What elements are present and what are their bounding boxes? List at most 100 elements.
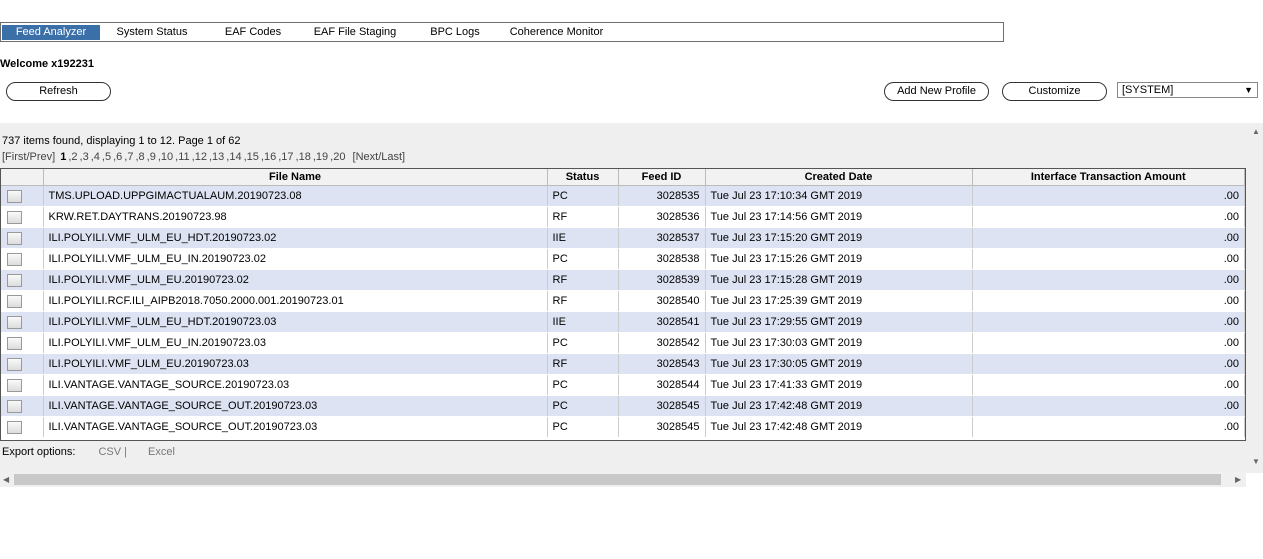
column-header-feed-id[interactable]: Feed ID [618,169,706,186]
table-row[interactable]: TMS.UPLOAD.UPPGIMACTUALAUM.20190723.08 PC… [1,185,1245,207]
scrollbar-thumb[interactable] [14,474,1221,485]
pager-page-link[interactable]: 18 [299,151,311,163]
file-name-cell: ILI.POLYILI.RCF.ILI_AIPB2018.7050.2000.0… [43,290,548,312]
feed-id-cell: 3028539 [618,269,706,291]
pager-page-link[interactable]: 16 [264,151,276,163]
table-row[interactable]: ILI.POLYILI.VMF_ULM_EU.20190723.03 RF 3028… [1,353,1245,375]
table-row[interactable]: ILI.POLYILI.VMF_ULM_EU_IN.20190723.02 PC 3… [1,248,1245,270]
feed-id-cell: 3028537 [618,227,706,249]
vertical-scrollbar[interactable]: ▲ ▼ [1249,123,1263,473]
column-header-created-date[interactable]: Created Date [705,169,973,186]
row-checkbox[interactable] [7,378,22,392]
row-checkbox-cell [1,248,44,270]
row-checkbox[interactable] [7,252,22,266]
amount-cell: .00 [972,185,1245,207]
horizontal-scrollbar[interactable]: ◀ ▶ [0,472,1246,487]
export-csv-link[interactable]: CSV | [98,446,127,458]
scroll-left-icon[interactable]: ◀ [3,475,9,484]
feed-id-cell: 3028538 [618,248,706,270]
export-excel-link[interactable]: Excel [148,446,175,458]
row-checkbox[interactable] [7,294,22,308]
table-header-row: File Name Status Feed ID Created Date In… [1,169,1245,186]
pager-first-prev[interactable]: [First/Prev] [2,151,55,163]
amount-cell: .00 [972,269,1245,291]
column-header-file-name[interactable]: File Name [43,169,548,186]
scroll-down-icon[interactable]: ▼ [1252,457,1260,466]
feed-id-cell: 3028544 [618,374,706,396]
export-options: Export options: CSV | Excel [2,446,175,458]
pager-page-link[interactable]: 4 [94,151,100,163]
table-row[interactable]: ILI.VANTAGE.VANTAGE_SOURCE_OUT.20190723.… [1,395,1245,417]
file-name-cell: KRW.RET.DAYTRANS.20190723.98 [43,206,548,228]
status-cell: PC [547,416,619,438]
tab-coherence-monitor[interactable]: Coherence Monitor [504,25,609,40]
row-checkbox[interactable] [7,420,22,434]
table-row[interactable]: ILI.POLYILI.VMF_ULM_EU_IN.20190723.03 PC 3… [1,332,1245,354]
column-header-amount[interactable]: Interface Transaction Amount [972,169,1245,186]
created-date-cell: Tue Jul 23 17:15:26 GMT 2019 [705,248,973,270]
add-new-profile-button[interactable]: Add New Profile [884,82,989,101]
amount-cell: .00 [972,206,1245,228]
row-checkbox[interactable] [7,357,22,371]
table-row[interactable]: ILI.POLYILI.RCF.ILI_AIPB2018.7050.2000.0… [1,290,1245,312]
customize-button[interactable]: Customize [1002,82,1107,101]
row-checkbox[interactable] [7,231,22,245]
pager-page-link[interactable]: 17 [281,151,293,163]
status-cell: IIE [547,311,619,333]
pager-page-link[interactable]: 19 [316,151,328,163]
table-row[interactable]: ILI.VANTAGE.VANTAGE_SOURCE_OUT.20190723.… [1,416,1245,438]
pager-next-last[interactable]: [Next/Last] [353,151,406,163]
row-checkbox[interactable] [7,336,22,350]
amount-cell: .00 [972,332,1245,354]
table-row[interactable]: ILI.VANTAGE.VANTAGE_SOURCE.20190723.03 PC… [1,374,1245,396]
pager-page-link[interactable]: 1 [60,151,66,163]
tab-eaf-file-staging[interactable]: EAF File Staging [307,25,403,40]
amount-cell: .00 [972,353,1245,375]
table-row[interactable]: ILI.POLYILI.VMF_ULM_EU_HDT.20190723.03 II… [1,311,1245,333]
pager-page-link[interactable]: 13 [212,151,224,163]
tab-bpc-logs[interactable]: BPC Logs [424,25,486,40]
row-checkbox-cell [1,353,44,375]
pager-page-link[interactable]: 11 [178,151,189,163]
row-checkbox[interactable] [7,189,22,203]
pager-page-link[interactable]: 9 [150,151,156,163]
pager-page-link[interactable]: 7 [127,151,133,163]
row-checkbox-cell [1,374,44,396]
scroll-right-icon[interactable]: ▶ [1235,475,1241,484]
row-checkbox[interactable] [7,273,22,287]
status-cell: RF [547,353,619,375]
status-cell: PC [547,185,619,207]
row-checkbox[interactable] [7,315,22,329]
column-header-select [1,169,44,186]
pager-page-link[interactable]: 6 [116,151,122,163]
status-cell: RF [547,290,619,312]
tab-feed-analyzer[interactable]: Feed Analyzer [2,25,100,40]
pager-page-link[interactable]: 14 [229,151,241,163]
pager-page-link[interactable]: 3 [83,151,89,163]
pager-page-link[interactable]: 12 [195,151,207,163]
scroll-up-icon[interactable]: ▲ [1252,127,1260,136]
pager-page-link[interactable]: 2 [71,151,77,163]
tab-eaf-codes[interactable]: EAF Codes [219,25,287,40]
created-date-cell: Tue Jul 23 17:30:03 GMT 2019 [705,332,973,354]
table-row[interactable]: KRW.RET.DAYTRANS.20190723.98 RF 3028536 Tue… [1,206,1245,228]
amount-cell: .00 [972,248,1245,270]
table-row[interactable]: ILI.POLYILI.VMF_ULM_EU.20190723.02 RF 3028… [1,269,1245,291]
row-checkbox[interactable] [7,399,22,413]
pager-page-link[interactable]: 5 [105,151,111,163]
status-cell: IIE [547,227,619,249]
pager-page-link[interactable]: 8 [139,151,145,163]
tab-system-status[interactable]: System Status [110,25,194,40]
pager-page-link[interactable]: 10 [161,151,173,163]
profile-select[interactable]: [SYSTEM] ▼ [1117,82,1258,98]
tab-bar: Feed Analyzer System Status EAF Codes EA… [0,22,1004,42]
pager-page-link[interactable]: 20 [333,151,345,163]
feed-id-cell: 3028536 [618,206,706,228]
refresh-button[interactable]: Refresh [6,82,111,101]
pager-page-link[interactable]: 15 [247,151,259,163]
table-row[interactable]: ILI.POLYILI.VMF_ULM_EU_HDT.20190723.02 II… [1,227,1245,249]
row-checkbox-cell [1,227,44,249]
created-date-cell: Tue Jul 23 17:10:34 GMT 2019 [705,185,973,207]
column-header-status[interactable]: Status [547,169,619,186]
row-checkbox[interactable] [7,210,22,224]
